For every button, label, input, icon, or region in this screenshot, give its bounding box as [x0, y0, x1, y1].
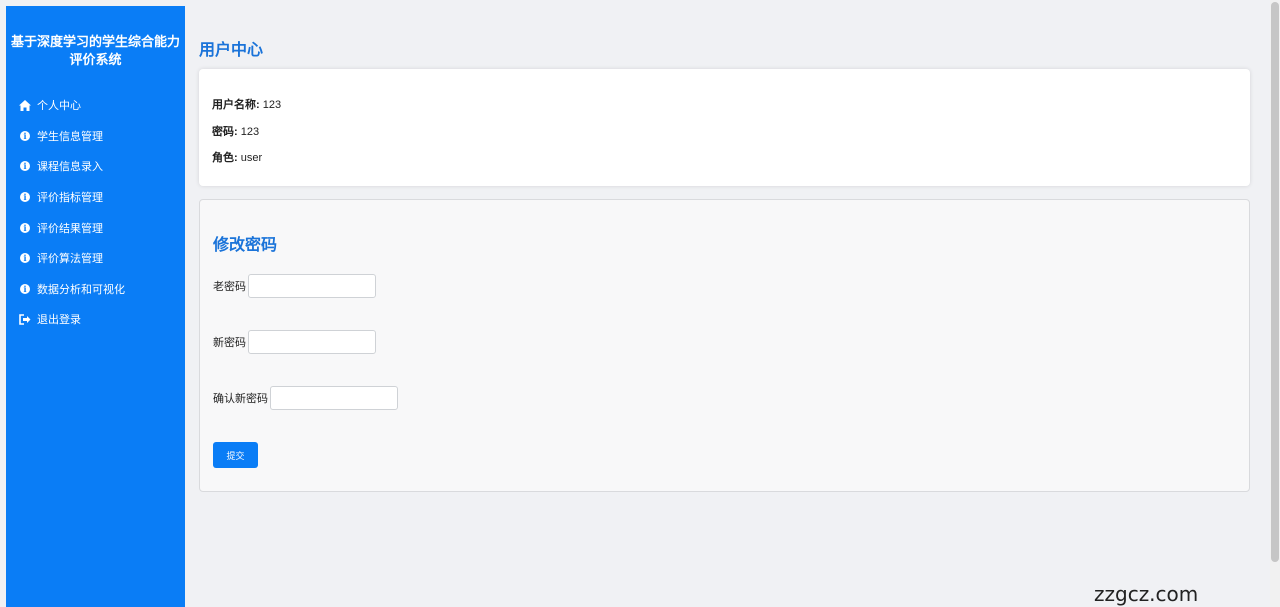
change-password-title: 修改密码 [213, 237, 278, 254]
submit-button[interactable]: 提交 [213, 442, 258, 468]
sidebar-item-student-info[interactable]: i 学生信息管理 [6, 121, 185, 152]
old-password-row: 老密码 [213, 274, 376, 298]
sidebar-item-eval-index[interactable]: i 评价指标管理 [6, 182, 185, 213]
sidebar-item-label: 数据分析和可视化 [37, 283, 125, 296]
role-row: 角色: user [212, 149, 262, 165]
old-password-input[interactable] [248, 274, 376, 298]
logout-icon [19, 313, 31, 325]
sidebar-item-label: 评价算法管理 [37, 253, 103, 266]
confirm-password-row: 确认新密码 [213, 386, 398, 410]
info-icon: i [19, 283, 31, 295]
sidebar-item-data-analysis[interactable]: i 数据分析和可视化 [6, 274, 185, 305]
sidebar-item-label: 退出登录 [37, 314, 81, 327]
page-scrollbar[interactable] [1270, 0, 1280, 607]
sidebar-item-label: 学生信息管理 [37, 130, 103, 143]
new-password-row: 新密码 [213, 330, 376, 354]
username-value: 123 [262, 99, 282, 111]
sidebar-item-eval-result[interactable]: i 评价结果管理 [6, 212, 185, 243]
new-password-input[interactable] [248, 330, 376, 354]
scrollbar-thumb[interactable] [1271, 2, 1279, 562]
confirm-password-input[interactable] [270, 386, 398, 410]
sidebar-item-logout[interactable]: 退出登录 [6, 304, 185, 335]
password-row: 密码: 123 [212, 123, 259, 139]
role-label: 角色: [212, 152, 238, 164]
info-icon: i [19, 191, 31, 203]
password-value: 123 [240, 126, 260, 138]
new-password-label: 新密码 [213, 337, 246, 349]
watermark: zzgcz.com [1094, 582, 1199, 606]
sidebar-item-label: 评价结果管理 [37, 222, 103, 235]
app-title: 基于深度学习的学生综合能力 评价系统 [6, 6, 185, 90]
sidebar-item-label: 个人中心 [37, 100, 81, 113]
username-label: 用户名称: [212, 99, 260, 111]
page-title: 用户中心 [199, 42, 264, 59]
info-icon: i [19, 160, 31, 172]
password-label: 密码: [212, 126, 238, 138]
info-icon: i [19, 252, 31, 264]
old-password-label: 老密码 [213, 281, 246, 293]
info-icon: i [19, 222, 31, 234]
username-row: 用户名称: 123 [212, 96, 281, 112]
app-title-line2: 评价系统 [69, 52, 122, 67]
role-value: user [240, 152, 263, 164]
change-password-card: 修改密码 老密码 新密码 确认新密码 提交 [199, 199, 1250, 492]
sidebar-item-label: 课程信息录入 [37, 161, 103, 174]
sidebar-item-label: 评价指标管理 [37, 192, 103, 205]
sidebar: 基于深度学习的学生综合能力 评价系统 个人中心 i 学生信息管理 i 课程信息录… [6, 6, 185, 607]
sidebar-item-personal-center[interactable]: 个人中心 [6, 90, 185, 121]
sidebar-item-course-entry[interactable]: i 课程信息录入 [6, 151, 185, 182]
info-icon: i [19, 130, 31, 142]
app-title-line1: 基于深度学习的学生综合能力 [10, 34, 180, 49]
sidebar-item-eval-algorithm[interactable]: i 评价算法管理 [6, 243, 185, 274]
user-info-card: 用户名称: 123 密码: 123 角色: user [199, 69, 1250, 186]
home-icon [19, 99, 31, 111]
main-content: 用户中心 用户名称: 123 密码: 123 角色: user 修改密码 老密码… [199, 0, 1251, 607]
confirm-password-label: 确认新密码 [213, 393, 268, 405]
